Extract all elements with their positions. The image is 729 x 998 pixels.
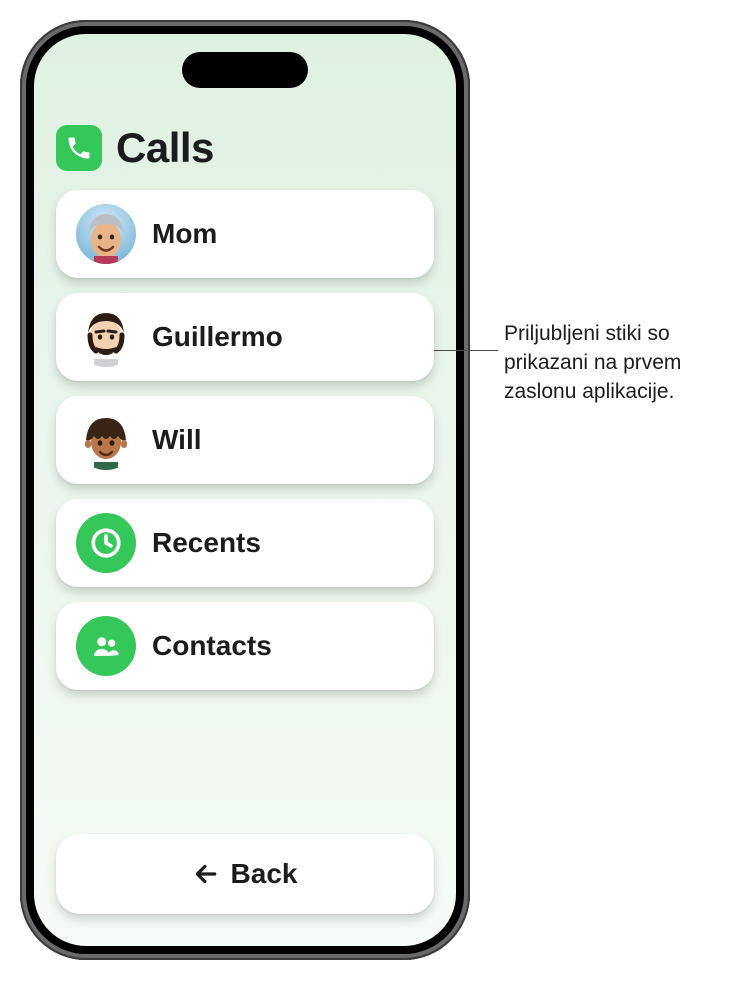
callout-leader-line	[434, 350, 498, 351]
contact-card-mom[interactable]: Mom	[56, 190, 434, 278]
contact-card-guillermo[interactable]: Guillermo	[56, 293, 434, 381]
contact-card-will[interactable]: Will	[56, 396, 434, 484]
contact-name: Guillermo	[152, 321, 283, 353]
phone-app-icon	[56, 125, 102, 171]
phone-icon	[65, 134, 93, 162]
contact-name: Mom	[152, 218, 217, 250]
people-icon	[76, 616, 136, 676]
screen: Calls	[34, 34, 456, 946]
avatar-mom	[76, 204, 136, 264]
contact-list: Mom	[34, 186, 456, 824]
avatar-will	[76, 410, 136, 470]
contact-name: Will	[152, 424, 202, 456]
menu-recents[interactable]: Recents	[56, 499, 434, 587]
avatar-guillermo	[76, 307, 136, 367]
clock-icon	[76, 513, 136, 573]
menu-label: Recents	[152, 527, 261, 559]
menu-label: Contacts	[152, 630, 272, 662]
back-label: Back	[231, 858, 298, 890]
arrow-left-icon	[193, 861, 219, 887]
back-button[interactable]: Back	[56, 834, 434, 914]
dynamic-island	[182, 52, 308, 88]
page-title: Calls	[116, 124, 214, 172]
phone-frame: Calls	[20, 20, 470, 960]
footer: Back	[34, 824, 456, 946]
menu-contacts[interactable]: Contacts	[56, 602, 434, 690]
callout-text: Priljubljeni stiki so prikazani na prvem…	[504, 320, 714, 407]
